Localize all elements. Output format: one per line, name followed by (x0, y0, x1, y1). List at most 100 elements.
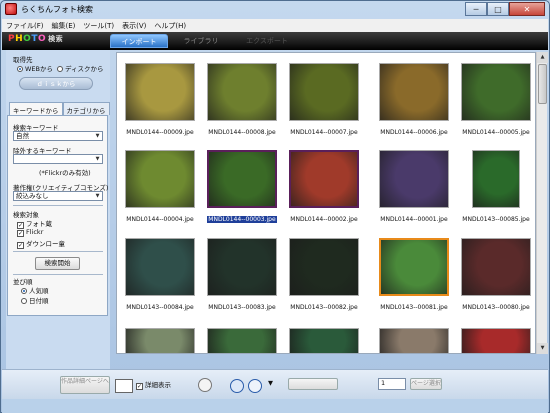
check-icon: ✓ (136, 383, 143, 390)
license-value: 絞込みなし (16, 192, 49, 200)
book-icon[interactable] (115, 379, 133, 393)
thumbnail-caption: MNDL0144--00001.jpe (380, 216, 448, 223)
app-icon (5, 3, 17, 15)
tab-keyword[interactable]: キーワードから (9, 102, 63, 115)
thumbnail-caption: MNDL0143--00085.jpe (462, 216, 530, 223)
sort-date[interactable]: 日付順 (21, 295, 49, 305)
scrollbar[interactable]: ▲ ▼ (536, 52, 548, 354)
detail-display-toggle[interactable]: ✓ 詳細表示 (136, 379, 171, 393)
search-start-button[interactable]: 検索開始 (35, 257, 80, 270)
flickr-note: (*Flickrのみ有効) (39, 169, 91, 177)
thumbnail-caption: MNDL0144--00002.jpe (290, 216, 358, 223)
thumbnail-image[interactable] (289, 150, 359, 208)
disk-button[interactable]: ｄｉｓｋから (19, 77, 93, 90)
chevron-down-icon[interactable]: ▼ (94, 133, 101, 140)
tab-category[interactable]: カテゴリから (62, 102, 110, 115)
app-logo: PHOTO 検索 (8, 34, 63, 44)
thumbnail-image[interactable] (289, 238, 359, 296)
radio-icon (21, 288, 27, 294)
title-bar: らくちんフォト検索 ─ □ ✕ (1, 1, 549, 19)
exclude-keyword-input[interactable]: ▼ (13, 154, 103, 164)
thumbnail-image[interactable] (125, 150, 195, 208)
menu-file[interactable]: ファイル(F) (2, 21, 48, 31)
page-number-input[interactable]: 1 (378, 378, 406, 390)
page-select-button[interactable]: ページ選択 (410, 378, 442, 390)
chevron-down-icon[interactable]: ▼ (94, 193, 101, 200)
footer-strip (2, 399, 548, 413)
thumbnail-caption: MNDL0144--00004.jpe (126, 216, 194, 223)
divider (13, 205, 103, 206)
thumbnail-image[interactable] (461, 328, 531, 353)
nav-arrows-icon (288, 378, 338, 390)
thumbnail-image[interactable] (461, 238, 531, 296)
sort-popular[interactable]: 人気順 (21, 285, 49, 295)
menu-tools[interactable]: ツール(T) (79, 21, 118, 31)
thumbnail-image[interactable] (379, 238, 449, 296)
app-header: PHOTO 検索 インポート ライブラリ エクスポート (2, 32, 548, 50)
thumbnail-image[interactable] (379, 63, 449, 121)
thumbnail-image[interactable] (125, 328, 195, 353)
logo-letter: T (31, 34, 38, 44)
thumbnail-caption: MNDL0144--00003.jpe (207, 216, 277, 223)
app-window: らくちんフォト検索 ─ □ ✕ ファイル(F) 編集(E) ツール(T) 表示(… (0, 0, 550, 413)
window-title: らくちんフォト検索 (21, 5, 93, 14)
source-option-disk[interactable]: ディスクから (57, 63, 104, 73)
detail-page-button[interactable]: 作品詳細ページへ (60, 376, 110, 394)
scroll-up-icon[interactable]: ▲ (537, 52, 548, 63)
thumbnail-image[interactable] (472, 150, 520, 208)
thumbnail-caption: MNDL0144--00006.jpe (380, 129, 448, 136)
thumbnail-caption: MNDL0144--00009.jpe (126, 129, 194, 136)
search-keyword-value: 自然 (16, 132, 29, 140)
thumbnail-grid: MNDL0144--00009.jpe MNDL0144--00008.jpe MN… (116, 52, 536, 354)
page-value: 1 (381, 379, 386, 387)
divider (13, 274, 103, 275)
thumbnail-image[interactable] (289, 328, 359, 353)
menu-edit[interactable]: 編集(E) (48, 21, 80, 31)
license-select[interactable]: 絞込みなし ▼ (13, 191, 103, 201)
thumbnail-caption: MNDL0144--00005.jpe (462, 129, 530, 136)
radio-icon (57, 66, 63, 72)
thumbnail-caption: MNDL0143--00082.jpe (290, 304, 358, 311)
tab-export: エクスポート (246, 37, 288, 45)
tab-library[interactable]: ライブラリ (172, 34, 230, 48)
logo-subtitle: 検索 (48, 35, 64, 43)
target-download[interactable]: ✓ ダウンロー童 (17, 238, 65, 249)
scroll-down-icon[interactable]: ▼ (537, 343, 548, 354)
logo-letter: O (37, 34, 47, 44)
minimize-button[interactable]: ─ (465, 2, 487, 16)
thumbnail-image[interactable] (379, 150, 449, 208)
radio-icon (17, 66, 23, 72)
scroll-thumb[interactable] (538, 64, 547, 104)
check-icon: ✓ (17, 230, 24, 237)
zoom-out-icon[interactable] (248, 379, 262, 393)
status-bar: 作品詳細ページへ ✓ 詳細表示 ▼ 1 ページ選択 (2, 369, 548, 399)
thumbnail-caption: MNDL0144--00008.jpe (208, 129, 276, 136)
thumbnail-caption: MNDL0143--00083.jpe (208, 304, 276, 311)
thumbnail-image[interactable] (207, 63, 277, 121)
remove-icon[interactable] (198, 378, 212, 392)
target-flickr[interactable]: ✓ Flickr (17, 228, 43, 237)
maximize-button[interactable]: □ (487, 2, 509, 16)
thumbnail-caption: MNDL0144--00007.jpe (290, 129, 358, 136)
thumbnail-image[interactable] (207, 328, 277, 353)
thumbnail-caption: MNDL0143--00080.jpe (462, 304, 530, 311)
chevron-down-icon[interactable]: ▼ (94, 156, 101, 163)
check-icon: ✓ (17, 242, 24, 249)
menu-view[interactable]: 表示(V) (118, 21, 150, 31)
thumbnail-image[interactable] (207, 150, 277, 208)
radio-icon (21, 298, 27, 304)
close-button[interactable]: ✕ (509, 2, 545, 16)
menu-help[interactable]: ヘルプ(H) (150, 21, 190, 31)
search-keyword-input[interactable]: 自然 ▼ (13, 131, 103, 141)
thumbnail-image[interactable] (207, 238, 277, 296)
zoom-in-icon[interactable] (230, 379, 244, 393)
thumbnail-image[interactable] (461, 63, 531, 121)
thumbnail-image[interactable] (125, 63, 195, 121)
thumbnail-image[interactable] (379, 328, 449, 353)
thumbnail-image[interactable] (289, 63, 359, 121)
funnel-icon[interactable]: ▼ (268, 379, 278, 389)
thumbnail-image[interactable] (125, 238, 195, 296)
source-option-web[interactable]: WEBから (17, 63, 53, 73)
tab-import[interactable]: インポート (110, 34, 168, 48)
thumbnail-caption: MNDL0143--00081.jpe (380, 304, 448, 311)
